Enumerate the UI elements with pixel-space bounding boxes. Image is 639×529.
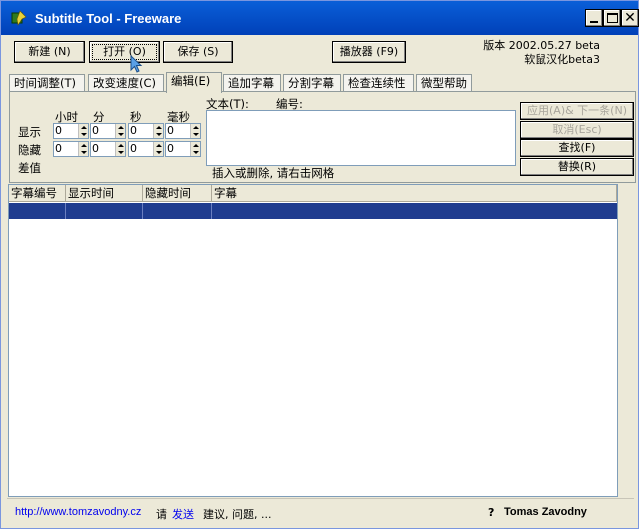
maximize-button[interactable]: [603, 9, 621, 27]
apply-next-button[interactable]: 应用(A)& 下一条(N): [520, 102, 634, 120]
window-title: Subtitle Tool - Freeware: [35, 11, 182, 26]
show-hour-spinner[interactable]: 0: [53, 123, 89, 139]
table-cell[interactable]: [9, 203, 66, 219]
show-ms-value: 0: [167, 124, 174, 137]
minimize-icon: [590, 21, 598, 23]
tab-split-subtitles[interactable]: 分割字幕: [283, 74, 341, 92]
tab-mini-help[interactable]: 微型帮助: [416, 74, 472, 92]
spinner-arrows-icon[interactable]: [78, 124, 88, 138]
tab-time-adjust[interactable]: 时间调整(T): [9, 74, 85, 92]
status-please: 请: [156, 508, 167, 521]
hide-ms-value: 0: [167, 142, 174, 155]
save-button[interactable]: 保存 (S): [163, 41, 233, 63]
diff-row-label: 差值: [18, 161, 41, 175]
subtitle-grid[interactable]: 字幕编号 显示时间 隐藏时间 字幕: [8, 184, 618, 497]
table-row[interactable]: [9, 203, 617, 219]
hide-second-spinner[interactable]: 0: [128, 141, 164, 157]
show-hour-value: 0: [55, 124, 62, 137]
subtitle-text-input[interactable]: [206, 110, 516, 166]
column-header-show-time[interactable]: 显示时间: [66, 185, 143, 202]
open-button[interactable]: 打开 (O): [89, 41, 160, 63]
hide-hour-value: 0: [55, 142, 62, 155]
status-bar: http://www.tomzavodny.cz 请 发送 建议, 问题, ..…: [7, 498, 634, 524]
mouse-cursor-icon: [130, 55, 143, 73]
homepage-link[interactable]: http://www.tomzavodny.cz: [15, 506, 141, 518]
version-line: 版本 2002.05.27 beta: [483, 39, 600, 52]
show-ms-spinner[interactable]: 0: [165, 123, 201, 139]
tab-check-continuity[interactable]: 检查连续性: [343, 74, 414, 92]
show-minute-value: 0: [92, 124, 99, 137]
column-header-hide-time[interactable]: 隐藏时间: [143, 185, 212, 202]
maximize-icon: [607, 13, 618, 23]
player-button[interactable]: 播放器 (F9): [332, 41, 406, 63]
spinner-arrows-icon[interactable]: [115, 124, 125, 138]
hide-minute-spinner[interactable]: 0: [90, 141, 126, 157]
new-button[interactable]: 新建 (N): [14, 41, 85, 63]
spinner-arrows-icon[interactable]: [115, 142, 125, 156]
hide-minute-value: 0: [92, 142, 99, 155]
hide-row-label: 隐藏: [18, 143, 41, 157]
send-link[interactable]: 发送: [172, 506, 194, 522]
spinner-arrows-icon[interactable]: [153, 142, 163, 156]
minimize-button[interactable]: [585, 9, 603, 27]
tab-append-subtitles[interactable]: 追加字幕: [223, 74, 281, 92]
table-cell[interactable]: [66, 203, 143, 219]
spinner-arrows-icon[interactable]: [153, 124, 163, 138]
replace-button[interactable]: 替换(R): [520, 158, 634, 176]
column-header-subtitle[interactable]: 字幕: [212, 185, 617, 202]
spinner-arrows-icon[interactable]: [78, 142, 88, 156]
find-button[interactable]: 查找(F): [520, 139, 634, 157]
show-second-value: 0: [130, 124, 137, 137]
spinner-arrows-icon[interactable]: [190, 142, 200, 156]
show-row-label: 显示: [18, 125, 41, 139]
show-minute-spinner[interactable]: 0: [90, 123, 126, 139]
app-window: Subtitle Tool - Freeware ✕ 新建 (N) 打开 (O)…: [0, 0, 639, 529]
close-icon: ✕: [624, 10, 636, 26]
author-name: Tomas Zavodny: [504, 506, 587, 518]
show-second-spinner[interactable]: 0: [128, 123, 164, 139]
hide-hour-spinner[interactable]: 0: [53, 141, 89, 157]
tab-change-speed[interactable]: 改变速度(C): [88, 74, 164, 92]
hide-ms-spinner[interactable]: 0: [165, 141, 201, 157]
help-icon[interactable]: ?: [488, 506, 494, 519]
table-cell[interactable]: [212, 203, 617, 219]
version-info: 版本 2002.05.27 beta 软鼠汉化beta3: [483, 39, 600, 67]
cancel-button[interactable]: 取消(Esc): [520, 121, 634, 139]
app-icon: [11, 10, 27, 26]
table-cell[interactable]: [143, 203, 212, 219]
hide-second-value: 0: [130, 142, 137, 155]
close-button[interactable]: ✕: [621, 9, 639, 27]
title-bar[interactable]: Subtitle Tool - Freeware ✕: [1, 1, 639, 35]
spinner-arrows-icon[interactable]: [190, 124, 200, 138]
edit-panel: 小时 分 秒 毫秒 显示 隐藏 差值 0 0 0 0 0 0 0 0 文本(T)…: [9, 91, 636, 183]
grid-hint: 插入或删除, 请右击网格: [212, 166, 335, 180]
tab-edit[interactable]: 编辑(E): [166, 72, 222, 93]
localization-line: 软鼠汉化beta3: [524, 53, 600, 66]
column-header-number[interactable]: 字幕编号: [9, 185, 66, 202]
status-suggestions: 建议, 问题, ...: [203, 508, 272, 521]
